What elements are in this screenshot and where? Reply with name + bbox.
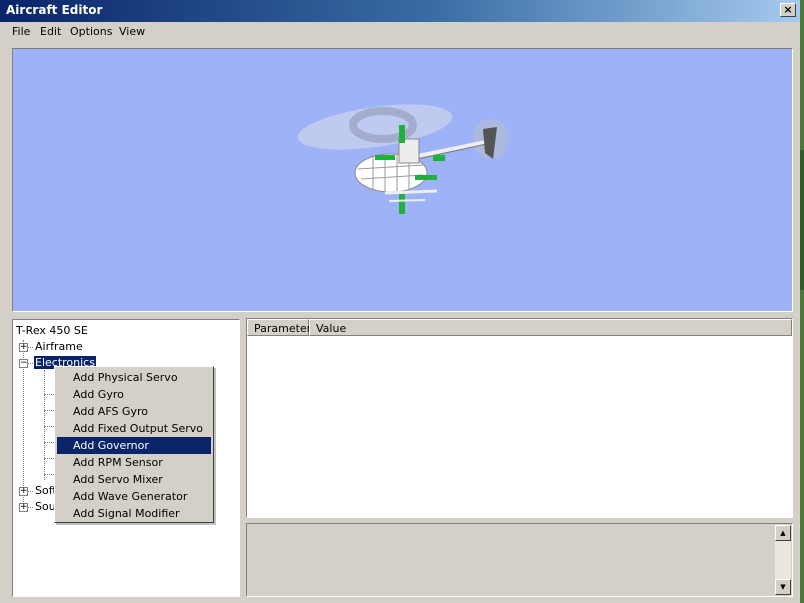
tree-line xyxy=(44,474,54,475)
expand-icon[interactable]: + xyxy=(19,343,28,352)
scroll-down-button[interactable]: ▼ xyxy=(775,579,791,595)
menu-options[interactable]: Options xyxy=(70,25,112,38)
tree-line xyxy=(28,347,33,348)
menu-file[interactable]: File xyxy=(12,25,30,38)
window-title: Aircraft Editor xyxy=(6,3,103,17)
3d-viewport[interactable] xyxy=(12,48,793,312)
menu-bar: File Edit Options View xyxy=(0,22,800,42)
collapse-icon[interactable]: − xyxy=(19,359,28,368)
menu-item-add-governor[interactable]: Add Governor xyxy=(57,437,211,454)
helicopter-model-image xyxy=(297,104,509,214)
menu-view[interactable]: View xyxy=(119,25,145,38)
tree-item-airframe[interactable]: Airframe xyxy=(35,340,83,353)
expand-icon[interactable]: + xyxy=(19,487,28,496)
expand-icon[interactable]: + xyxy=(19,503,28,512)
close-icon: × xyxy=(783,3,793,16)
property-grid[interactable]: Parameter Value xyxy=(246,318,793,518)
description-panel: ▲ ▼ xyxy=(246,523,793,597)
tree-line xyxy=(44,426,54,427)
menu-item-add-afs-gyro[interactable]: Add AFS Gyro xyxy=(57,403,211,420)
context-menu: Add Physical Servo Add Gyro Add AFS Gyro… xyxy=(54,366,214,523)
tree-line xyxy=(44,370,45,480)
menu-item-add-gyro[interactable]: Add Gyro xyxy=(57,386,211,403)
tree-line xyxy=(28,507,33,508)
column-header-value[interactable]: Value xyxy=(309,319,792,336)
desktop-edge-strip xyxy=(800,150,804,290)
desktop-edge xyxy=(800,0,804,603)
tree-line xyxy=(44,394,54,395)
menu-edit[interactable]: Edit xyxy=(40,25,61,38)
close-button[interactable]: × xyxy=(780,3,796,17)
vertical-scrollbar[interactable]: ▲ ▼ xyxy=(775,525,791,595)
column-header-parameter[interactable]: Parameter xyxy=(247,319,311,336)
tree-line xyxy=(44,458,54,459)
tree-root[interactable]: T-Rex 450 SE xyxy=(16,324,88,337)
tree-line xyxy=(28,363,33,364)
tree-line xyxy=(44,442,54,443)
tree-line xyxy=(28,491,33,492)
tree-line xyxy=(44,410,54,411)
menu-item-add-physical-servo[interactable]: Add Physical Servo xyxy=(57,369,211,386)
tree-item-sound[interactable]: Sou xyxy=(35,500,56,513)
title-bar[interactable]: Aircraft Editor × xyxy=(0,0,800,22)
menu-item-add-rpm-sensor[interactable]: Add RPM Sensor xyxy=(57,454,211,471)
scroll-up-button[interactable]: ▲ xyxy=(775,525,791,541)
menu-item-add-fixed-output-servo[interactable]: Add Fixed Output Servo xyxy=(57,420,211,437)
menu-item-add-servo-mixer[interactable]: Add Servo Mixer xyxy=(57,471,211,488)
menu-item-add-wave-generator[interactable]: Add Wave Generator xyxy=(57,488,211,505)
menu-item-add-signal-modifier[interactable]: Add Signal Modifier xyxy=(57,505,211,522)
